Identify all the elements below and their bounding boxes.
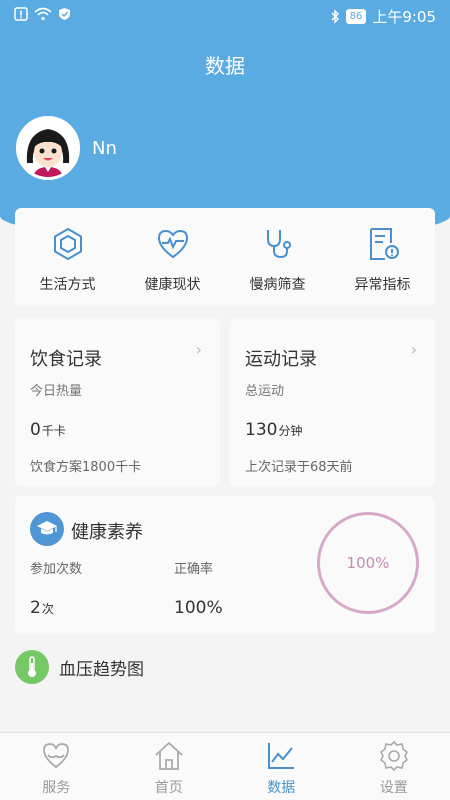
battery-indicator: 86 [345,9,367,24]
heart-pulse-icon [157,229,188,259]
quick-action-health-status[interactable]: 健康现状 [120,208,225,306]
exercise-record-subtitle: 总运动 [245,384,285,399]
diet-calories-unit: 千卡 [41,424,66,438]
status-left [14,7,71,21]
stethoscope-icon [266,230,291,259]
tab-settings[interactable]: 设置 [338,733,450,800]
username: Nn [92,137,117,159]
exercise-minutes-number: 130 [245,420,278,440]
bluetooth-icon [331,9,339,24]
diet-plan-note: 饮食方案1800千卡 [30,460,142,475]
status-right: 86 上午9:05 [330,6,436,27]
participation-count-value: 2次 [30,598,54,618]
document-alert-icon [369,228,399,260]
profile[interactable]: Nn [16,116,117,180]
participation-count-label: 参加次数 [30,562,83,577]
diet-record-subtitle: 今日热量 [30,384,83,399]
participation-count-number: 2 [30,598,41,618]
quick-action-label: 异常指标 [354,277,411,293]
accuracy-value: 100% [174,598,223,618]
quick-action-label: 健康现状 [144,277,201,293]
status-time: 上午9:05 [372,8,436,26]
tab-service[interactable]: 服务 [0,733,113,800]
exercise-record-card[interactable]: 运动记录 › 总运动 130分钟 上次记录于68天前 [230,318,435,486]
chevron-right-icon: › [410,340,417,359]
tab-home[interactable]: 首页 [113,733,226,800]
quick-action-chronic-screening[interactable]: 慢病筛查 [225,208,330,306]
diet-calories-number: 0 [30,420,41,440]
accuracy-ring-text: 100% [346,554,390,572]
health-literacy-card[interactable]: 健康素养 参加次数 2次 正确率 100% 100% [15,496,435,634]
blood-pressure-title: 血压趋势图 [59,659,144,680]
diet-calories-value: 0千卡 [30,420,66,440]
exercise-record-title: 运动记录 [245,349,317,370]
health-literacy-title: 健康素养 [71,522,143,543]
heart-hands-icon [43,743,70,769]
home-icon [155,741,183,770]
thermometer-icon [15,650,49,684]
tab-label: 首页 [154,780,183,796]
diet-record-card[interactable]: 饮食记录 › 今日热量 0千卡 饮食方案1800千卡 [15,318,220,486]
shield-icon [59,8,70,20]
exercise-last-record-note: 上次记录于68天前 [245,460,353,475]
tab-label: 数据 [267,780,296,796]
tab-label: 设置 [379,780,408,796]
blood-pressure-trend[interactable]: 血压趋势图 [15,650,144,684]
quick-action-lifestyle[interactable]: 生活方式 [15,208,120,306]
chevron-right-icon: › [195,340,202,359]
diet-record-title: 饮食记录 [30,349,102,370]
quick-action-label: 生活方式 [39,277,96,293]
quick-action-label: 慢病筛查 [249,277,306,293]
participation-count-unit: 次 [41,602,54,616]
accuracy-label: 正确率 [174,562,214,577]
tab-data[interactable]: 数据 [225,733,338,800]
exercise-minutes-value: 130分钟 [245,420,302,440]
tab-label: 服务 [42,780,71,796]
avatar[interactable] [16,116,80,180]
status-bar: 86 上午9:05 [0,0,450,32]
exercise-minutes-unit: 分钟 [278,424,303,438]
page-title: 数据 [0,32,450,100]
avatar-illustration [19,119,77,177]
gear-icon [379,740,408,772]
chart-icon [268,743,295,769]
wifi-icon [34,7,52,21]
hexagon-icon [53,227,82,261]
quick-action-abnormal-indicators[interactable]: 异常指标 [330,208,435,306]
bottom-tab-bar: 服务 首页 数据 设置 [0,732,450,800]
alert-icon [14,7,28,21]
quick-actions-card: 生活方式 健康现状 慢病筛查 异常指标 [15,208,435,306]
graduation-cap-icon [30,512,64,546]
